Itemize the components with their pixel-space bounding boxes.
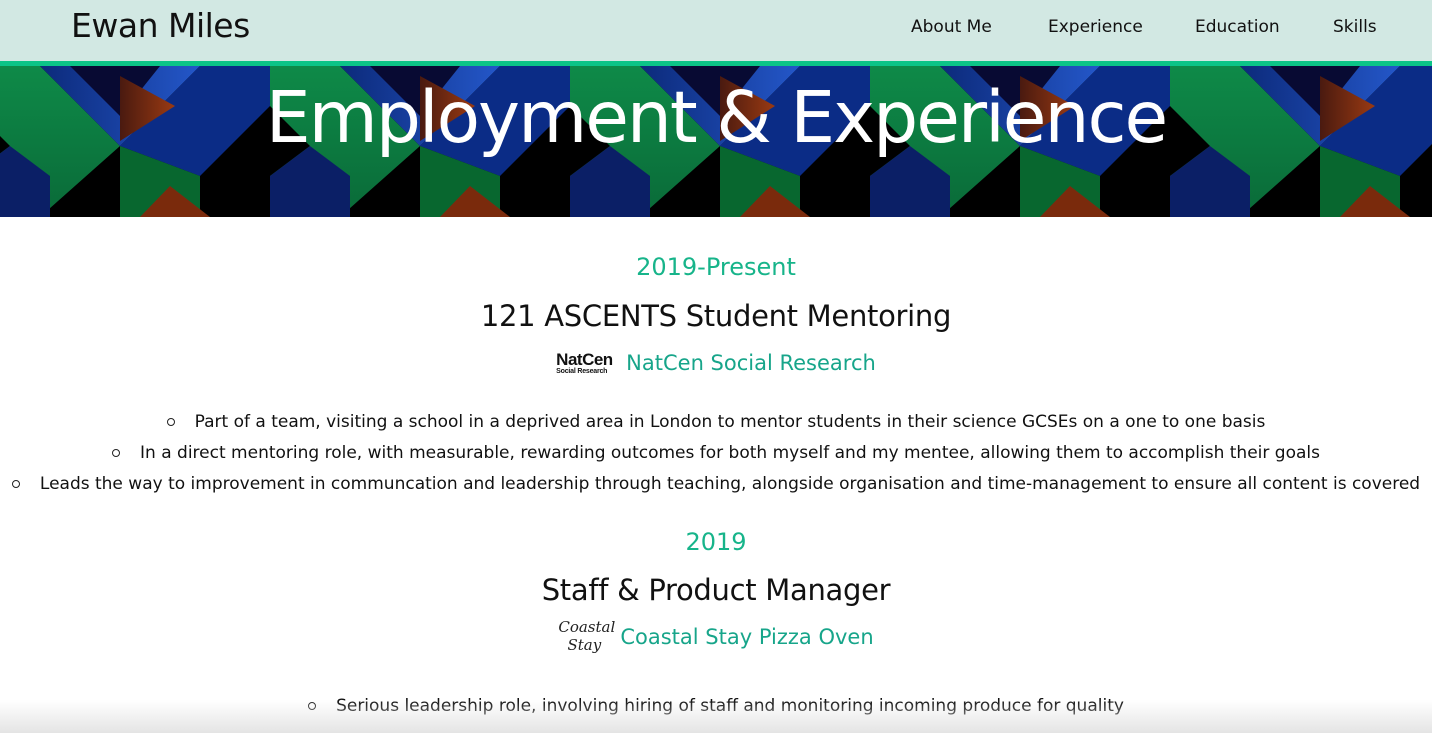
coastal-stay-logo: Coastal Stay [558, 618, 616, 656]
nav-link-education[interactable]: Education [1195, 17, 1280, 37]
job-title: Staff & Product Manager [541, 573, 891, 607]
nav-link-experience[interactable]: Experience [1048, 17, 1143, 37]
list-item: Leads the way to improvement in communca… [0, 468, 1432, 499]
bullet-text: Part of a team, visiting a school in a d… [194, 411, 1266, 432]
job-bullet-list: Part of a team, visiting a school in a d… [0, 406, 1432, 499]
nav-link-about-me[interactable]: About Me [911, 17, 992, 37]
natcen-logo-subtitle: Social Research [556, 368, 608, 375]
organization-row: Coastal Stay Coastal Stay Pizza Oven [0, 618, 1432, 656]
bullet-text: Leads the way to improvement in communca… [39, 473, 1421, 494]
organization-row: NatCen Social Research NatCen Social Res… [0, 345, 1432, 381]
bullet-text: In a direct mentoring role, with measura… [140, 442, 1320, 463]
experience-section: 2019-Present 121 ASCENTS Student Mentori… [0, 217, 1432, 733]
natcen-logo: NatCen Social Research [556, 349, 616, 377]
bullet-circle-icon [112, 448, 121, 457]
job-period: 2019 [685, 528, 747, 556]
bullet-circle-icon [308, 701, 317, 710]
list-item: Serious leadership role, involving hirin… [0, 690, 1432, 721]
brand-name-link[interactable]: Ewan Miles [71, 6, 250, 45]
organization-link[interactable]: Coastal Stay Pizza Oven [620, 625, 873, 649]
nav-link-skills[interactable]: Skills [1333, 17, 1377, 37]
list-item: Part of a team, visiting a school in a d… [0, 406, 1432, 437]
coastal-stay-logo-line1: Coastal [558, 618, 616, 636]
list-item: In a direct mentoring role, with measura… [0, 437, 1432, 468]
hero-banner: Employment & Experience [0, 66, 1432, 217]
bullet-circle-icon [11, 479, 20, 488]
coastal-stay-logo-line2: Stay [567, 636, 602, 654]
navbar: Ewan Miles About Me Experience Education… [0, 0, 1432, 61]
bullet-circle-icon [166, 417, 175, 426]
page-title: Employment & Experience [265, 76, 1168, 159]
natcen-logo-wordmark: NatCen [556, 350, 613, 369]
bullet-text: Serious leadership role, involving hirin… [336, 695, 1124, 716]
job-period: 2019-Present [636, 253, 796, 281]
job-title: 121 ASCENTS Student Mentoring [480, 299, 952, 333]
job-bullet-list: Serious leadership role, involving hirin… [0, 690, 1432, 721]
organization-link[interactable]: NatCen Social Research [626, 351, 876, 375]
